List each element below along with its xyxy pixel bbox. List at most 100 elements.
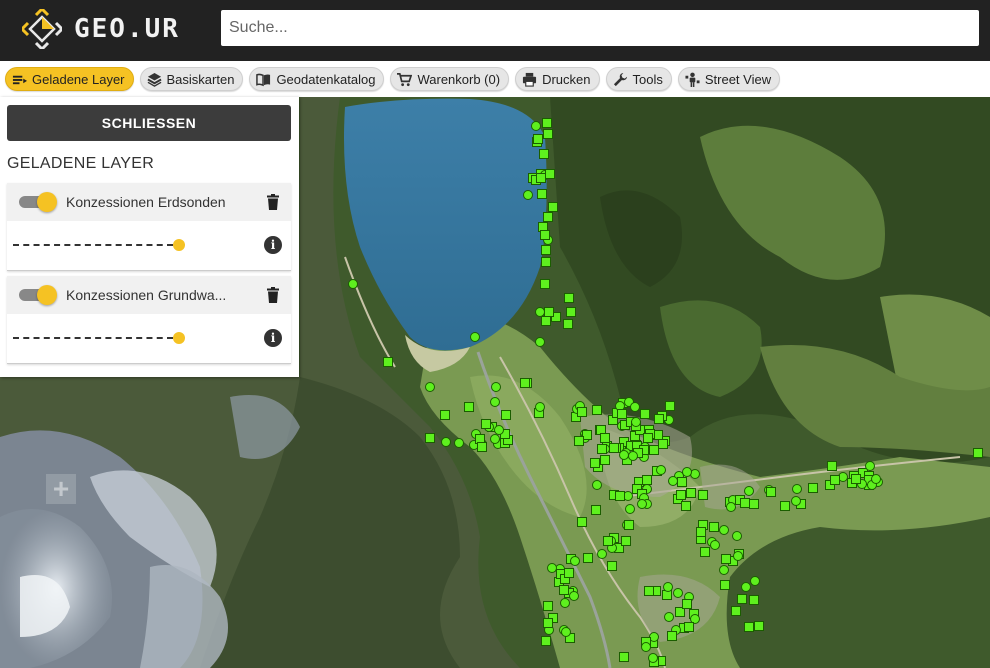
point-marker-square[interactable] bbox=[481, 419, 491, 429]
point-marker-square[interactable] bbox=[665, 401, 675, 411]
point-marker-square[interactable] bbox=[681, 501, 691, 511]
point-marker-circle[interactable] bbox=[630, 402, 640, 412]
tab-geodatenkatalog[interactable]: Geodatenkatalog bbox=[249, 67, 385, 91]
point-marker-square[interactable] bbox=[597, 444, 607, 454]
point-marker-square[interactable] bbox=[766, 487, 776, 497]
slider-thumb[interactable] bbox=[173, 239, 185, 251]
point-marker-square[interactable] bbox=[754, 621, 764, 631]
point-marker-square[interactable] bbox=[609, 443, 619, 453]
trash-icon[interactable] bbox=[264, 286, 282, 304]
zoom-in-button[interactable]: + bbox=[46, 474, 76, 504]
point-marker-square[interactable] bbox=[749, 499, 759, 509]
point-marker-square[interactable] bbox=[808, 483, 818, 493]
point-marker-square[interactable] bbox=[543, 212, 553, 222]
point-marker-circle[interactable] bbox=[750, 576, 760, 586]
point-marker-circle[interactable] bbox=[719, 525, 729, 535]
point-marker-circle[interactable] bbox=[547, 563, 557, 573]
point-marker-square[interactable] bbox=[700, 547, 710, 557]
point-marker-circle[interactable] bbox=[490, 397, 500, 407]
point-marker-circle[interactable] bbox=[741, 582, 751, 592]
tab-tools[interactable]: Tools bbox=[605, 67, 672, 91]
point-marker-square[interactable] bbox=[624, 520, 634, 530]
point-marker-square[interactable] bbox=[654, 414, 664, 424]
point-marker-circle[interactable] bbox=[664, 612, 674, 622]
point-marker-square[interactable] bbox=[520, 378, 530, 388]
point-marker-circle[interactable] bbox=[744, 486, 754, 496]
point-marker-square[interactable] bbox=[617, 409, 627, 419]
point-marker-square[interactable] bbox=[696, 527, 706, 537]
point-marker-square[interactable] bbox=[541, 245, 551, 255]
point-marker-square[interactable] bbox=[477, 442, 487, 452]
point-marker-circle[interactable] bbox=[597, 549, 607, 559]
point-marker-square[interactable] bbox=[642, 475, 652, 485]
point-marker-square[interactable] bbox=[566, 307, 576, 317]
point-marker-square[interactable] bbox=[541, 636, 551, 646]
point-marker-square[interactable] bbox=[682, 599, 692, 609]
point-marker-square[interactable] bbox=[545, 169, 555, 179]
point-marker-circle[interactable] bbox=[348, 279, 358, 289]
point-marker-circle[interactable] bbox=[628, 451, 638, 461]
point-marker-square[interactable] bbox=[543, 129, 553, 139]
point-marker-square[interactable] bbox=[540, 279, 550, 289]
point-marker-circle[interactable] bbox=[641, 642, 651, 652]
point-marker-square[interactable] bbox=[607, 561, 617, 571]
point-marker-circle[interactable] bbox=[719, 565, 729, 575]
point-marker-square[interactable] bbox=[464, 402, 474, 412]
point-marker-square[interactable] bbox=[615, 491, 625, 501]
point-marker-square[interactable] bbox=[536, 173, 546, 183]
tab-warenkorb[interactable]: Warenkorb (0) bbox=[390, 67, 510, 91]
point-marker-square[interactable] bbox=[658, 439, 668, 449]
point-marker-square[interactable] bbox=[780, 501, 790, 511]
point-marker-square[interactable] bbox=[440, 410, 450, 420]
point-marker-circle[interactable] bbox=[560, 598, 570, 608]
point-marker-circle[interactable] bbox=[470, 332, 480, 342]
point-marker-circle[interactable] bbox=[673, 588, 683, 598]
layer-visibility-toggle[interactable] bbox=[19, 192, 57, 212]
point-marker-square[interactable] bbox=[749, 595, 759, 605]
layer-visibility-toggle[interactable] bbox=[19, 285, 57, 305]
point-marker-square[interactable] bbox=[603, 536, 613, 546]
point-marker-circle[interactable] bbox=[648, 653, 658, 663]
point-marker-square[interactable] bbox=[698, 490, 708, 500]
point-marker-square[interactable] bbox=[827, 461, 837, 471]
point-marker-square[interactable] bbox=[539, 149, 549, 159]
point-marker-circle[interactable] bbox=[668, 476, 678, 486]
point-marker-square[interactable] bbox=[851, 474, 861, 484]
point-marker-square[interactable] bbox=[676, 490, 686, 500]
point-marker-square[interactable] bbox=[591, 505, 601, 515]
point-marker-square[interactable] bbox=[644, 586, 654, 596]
point-marker-square[interactable] bbox=[540, 230, 550, 240]
point-marker-square[interactable] bbox=[592, 405, 602, 415]
point-marker-square[interactable] bbox=[577, 407, 587, 417]
point-marker-circle[interactable] bbox=[792, 484, 802, 494]
point-marker-square[interactable] bbox=[740, 498, 750, 508]
point-marker-circle[interactable] bbox=[592, 480, 602, 490]
point-marker-square[interactable] bbox=[720, 580, 730, 590]
slider-thumb[interactable] bbox=[173, 332, 185, 344]
point-marker-circle[interactable] bbox=[710, 540, 720, 550]
tab-drucken[interactable]: Drucken bbox=[515, 67, 600, 91]
tab-street-view[interactable]: Street View bbox=[677, 67, 781, 91]
point-marker-square[interactable] bbox=[590, 458, 600, 468]
point-marker-circle[interactable] bbox=[531, 121, 541, 131]
point-marker-circle[interactable] bbox=[454, 438, 464, 448]
logo[interactable]: GEO.UR bbox=[22, 8, 192, 50]
point-marker-square[interactable] bbox=[640, 409, 650, 419]
point-marker-circle[interactable] bbox=[637, 499, 647, 509]
point-marker-square[interactable] bbox=[667, 631, 677, 641]
point-marker-square[interactable] bbox=[600, 455, 610, 465]
point-marker-circle[interactable] bbox=[865, 461, 875, 471]
point-marker-square[interactable] bbox=[677, 477, 687, 487]
point-marker-circle[interactable] bbox=[726, 502, 736, 512]
trash-icon[interactable] bbox=[264, 193, 282, 211]
tab-geladene-layer[interactable]: Geladene Layer bbox=[5, 67, 134, 91]
point-marker-circle[interactable] bbox=[733, 551, 743, 561]
point-marker-circle[interactable] bbox=[490, 434, 500, 444]
point-marker-square[interactable] bbox=[425, 433, 435, 443]
point-marker-circle[interactable] bbox=[569, 591, 579, 601]
point-marker-circle[interactable] bbox=[663, 582, 673, 592]
point-marker-square[interactable] bbox=[684, 622, 694, 632]
point-marker-circle[interactable] bbox=[656, 465, 666, 475]
point-marker-square[interactable] bbox=[973, 448, 983, 458]
point-marker-square[interactable] bbox=[600, 433, 610, 443]
